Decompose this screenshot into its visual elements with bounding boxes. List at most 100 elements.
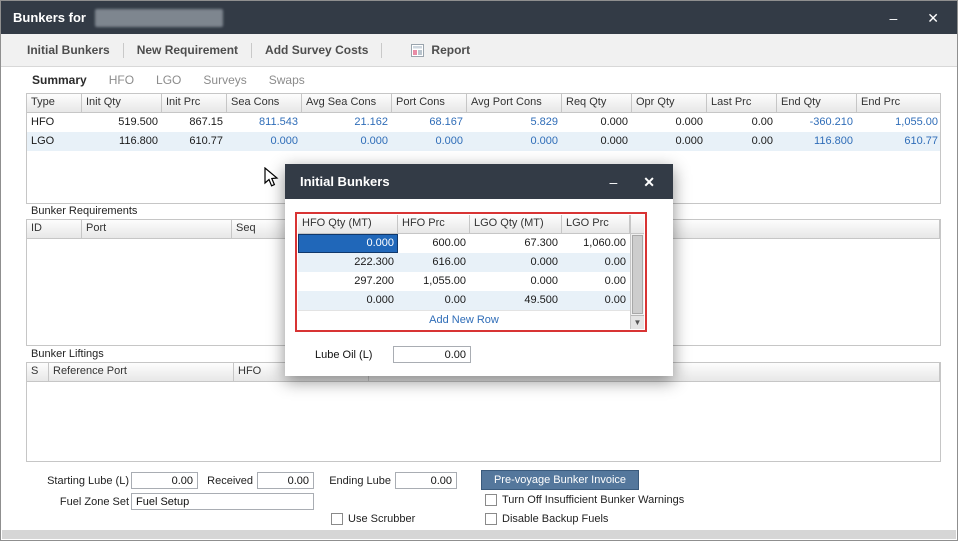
tab-surveys[interactable]: Surveys (192, 73, 257, 87)
starting-lube-label: Starting Lube (L) (31, 475, 129, 487)
cell[interactable]: -360.210 (777, 113, 857, 132)
dialog-minimize-icon[interactable]: – (609, 175, 617, 189)
scroll-down-icon[interactable]: ▼ (631, 315, 644, 329)
column-header[interactable]: Init Prc (162, 94, 227, 112)
column-header[interactable]: Port Cons (392, 94, 467, 112)
table-row[interactable]: 222.300616.000.0000.00 (298, 253, 630, 272)
cell[interactable]: 68.167 (392, 113, 467, 132)
initial-bunkers-grid: HFO Qty (MT)HFO PrcLGO Qty (MT)LGO Prc0.… (298, 215, 630, 310)
column-header[interactable]: Last Prc (707, 94, 777, 112)
column-header[interactable]: Seq (232, 220, 287, 238)
cell[interactable]: 116.800 (82, 132, 162, 151)
cell[interactable]: 0.00 (562, 253, 630, 272)
column-header[interactable]: ID (27, 220, 82, 238)
cell[interactable]: 0.000 (562, 113, 632, 132)
scrollbar[interactable]: ▼ (630, 215, 644, 329)
cell[interactable]: 519.500 (82, 113, 162, 132)
tab-summary[interactable]: Summary (21, 73, 98, 87)
column-header[interactable]: Req Qty (562, 94, 632, 112)
cell[interactable]: 610.77 (857, 132, 941, 151)
dialog-close-icon[interactable]: ✕ (643, 175, 655, 189)
disable-backup-fuels-checkbox[interactable]: Disable Backup Fuels (485, 513, 608, 525)
pre-voyage-bunker-invoice-button[interactable]: Pre-voyage Bunker Invoice (481, 470, 639, 490)
cell[interactable]: 0.000 (392, 132, 467, 151)
column-header[interactable]: Type (27, 94, 82, 112)
cell[interactable]: 867.15 (162, 113, 227, 132)
column-header[interactable]: LGO Qty (MT) (470, 215, 562, 233)
cell[interactable]: 1,060.00 (562, 234, 630, 253)
table-row[interactable]: LGO116.800610.770.0000.0000.0000.0000.00… (27, 132, 940, 151)
toolbar-new-requirement[interactable]: New Requirement (127, 43, 248, 57)
tab-swaps[interactable]: Swaps (258, 73, 316, 87)
column-header[interactable]: End Qty (777, 94, 857, 112)
cell[interactable]: 0.00 (398, 291, 470, 310)
received-input[interactable] (257, 472, 314, 489)
toolbar-report[interactable]: Report (411, 43, 472, 57)
cell[interactable]: LGO (27, 132, 82, 151)
cell[interactable]: 0.000 (298, 291, 398, 310)
ending-lube-input[interactable] (395, 472, 457, 489)
report-icon (411, 44, 424, 57)
column-header[interactable]: LGO Prc (562, 215, 630, 233)
column-header[interactable]: HFO Prc (398, 215, 470, 233)
cell[interactable]: 0.000 (470, 253, 562, 272)
column-header[interactable]: End Prc (857, 94, 941, 112)
add-new-row-link[interactable]: Add New Row (298, 310, 630, 329)
column-header[interactable]: Sea Cons (227, 94, 302, 112)
column-header[interactable]: Avg Sea Cons (302, 94, 392, 112)
cell[interactable]: 0.000 (298, 234, 398, 253)
column-header[interactable]: Init Qty (82, 94, 162, 112)
toolbar-add-survey-costs[interactable]: Add Survey Costs (255, 43, 378, 57)
cell[interactable]: 222.300 (298, 253, 398, 272)
close-icon[interactable]: ✕ (927, 11, 939, 25)
column-header[interactable]: Avg Port Cons (467, 94, 562, 112)
column-header[interactable]: Reference Port (49, 363, 234, 381)
cell[interactable]: 0.000 (632, 113, 707, 132)
cell[interactable]: 116.800 (777, 132, 857, 151)
cell[interactable]: 0.000 (470, 272, 562, 291)
use-scrubber-checkbox[interactable]: Use Scrubber (331, 513, 415, 525)
cell[interactable]: 1,055.00 (398, 272, 470, 291)
table-row[interactable]: HFO519.500867.15811.54321.16268.1675.829… (27, 113, 940, 132)
column-header[interactable]: Port (82, 220, 232, 238)
tab-hfo[interactable]: HFO (98, 73, 145, 87)
column-header[interactable]: Opr Qty (632, 94, 707, 112)
cell[interactable]: 0.000 (562, 132, 632, 151)
cell[interactable]: 0.00 (707, 113, 777, 132)
cell[interactable]: HFO (27, 113, 82, 132)
tab-lgo[interactable]: LGO (145, 73, 192, 87)
toolbar-initial-bunkers[interactable]: Initial Bunkers (17, 43, 120, 57)
cell[interactable]: 67.300 (470, 234, 562, 253)
cell[interactable]: 0.000 (632, 132, 707, 151)
starting-lube-input[interactable] (131, 472, 198, 489)
cell[interactable]: 21.162 (302, 113, 392, 132)
cell[interactable]: 0.00 (707, 132, 777, 151)
cell[interactable]: 0.000 (227, 132, 302, 151)
cell[interactable]: 5.829 (467, 113, 562, 132)
fuel-zone-set-input[interactable] (131, 493, 314, 510)
lube-oil-input[interactable] (393, 346, 471, 363)
column-header[interactable]: S (27, 363, 49, 381)
cell[interactable]: 616.00 (398, 253, 470, 272)
cell[interactable]: 1,055.00 (857, 113, 941, 132)
scrollbar-thumb[interactable] (632, 235, 643, 314)
column-header[interactable]: HFO Qty (MT) (298, 215, 398, 233)
cell[interactable]: 811.543 (227, 113, 302, 132)
cell[interactable]: 49.500 (470, 291, 562, 310)
cell[interactable]: 0.00 (562, 291, 630, 310)
table-row[interactable]: 0.000600.0067.3001,060.00 (298, 234, 630, 253)
cell[interactable]: 0.000 (467, 132, 562, 151)
cell[interactable]: 610.77 (162, 132, 227, 151)
initial-bunkers-dialog: Initial Bunkers – ✕ HFO Qty (MT)HFO PrcL… (285, 164, 673, 376)
minimize-icon[interactable]: – (889, 11, 897, 25)
table-row[interactable]: 297.2001,055.000.0000.00 (298, 272, 630, 291)
cell[interactable]: 0.000 (302, 132, 392, 151)
toolbar-divider (251, 43, 252, 58)
cell[interactable]: 0.00 (562, 272, 630, 291)
table-header-row: TypeInit QtyInit PrcSea ConsAvg Sea Cons… (27, 94, 940, 113)
table-row[interactable]: 0.0000.0049.5000.00 (298, 291, 630, 310)
received-label: Received (201, 475, 253, 487)
cell[interactable]: 600.00 (398, 234, 470, 253)
cell[interactable]: 297.200 (298, 272, 398, 291)
turn-off-warnings-checkbox[interactable]: Turn Off Insufficient Bunker Warnings (485, 494, 684, 506)
